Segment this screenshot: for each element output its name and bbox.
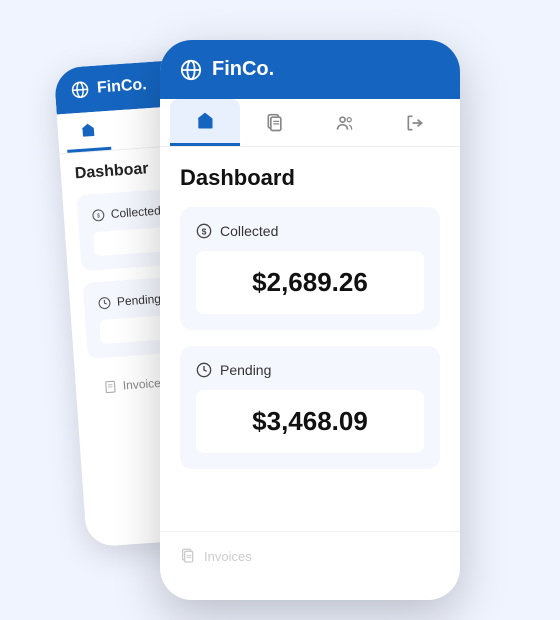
front-nav-team[interactable] xyxy=(310,99,380,146)
front-content: Dashboard $ Collected $2,689.26 xyxy=(160,147,460,503)
phone-front: FinCo. xyxy=(160,40,460,600)
front-pending-label: Pending xyxy=(196,362,424,378)
front-collected-card: $ Collected $2,689.26 xyxy=(180,207,440,330)
pending-value: $3,468.09 xyxy=(252,406,368,436)
front-nav-docs[interactable] xyxy=(240,99,310,146)
front-nav-home[interactable] xyxy=(170,99,240,146)
clock-circle-icon xyxy=(196,362,212,378)
collected-value-box: $2,689.26 xyxy=(196,251,424,314)
clock-icon-back xyxy=(98,296,112,310)
home-icon-front xyxy=(195,111,215,131)
back-logo-text: FinCo. xyxy=(96,76,147,97)
svg-text:$: $ xyxy=(202,226,207,236)
front-nav[interactable] xyxy=(160,99,460,147)
front-pending-card: Pending $3,468.09 xyxy=(180,346,440,469)
team-icon-front xyxy=(334,113,356,133)
dollar-icon-back: $ xyxy=(91,208,105,222)
back-nav-home[interactable] xyxy=(65,111,112,153)
globe-icon-front xyxy=(180,59,202,81)
invoice-icon-back xyxy=(103,379,117,393)
front-page-title: Dashboard xyxy=(180,165,440,191)
docs-icon-front xyxy=(265,113,285,133)
globe-icon-back xyxy=(70,80,89,99)
front-collected-label: $ Collected xyxy=(196,223,424,239)
pending-value-box: $3,468.09 xyxy=(196,390,424,453)
invoices-label: Invoices xyxy=(204,549,252,564)
home-icon-back xyxy=(79,122,96,139)
dollar-circle-icon: $ xyxy=(196,223,212,239)
svg-text:$: $ xyxy=(97,213,101,219)
collected-value: $2,689.26 xyxy=(252,267,368,297)
front-invoices-item[interactable]: Invoices xyxy=(160,531,460,580)
exit-icon-front xyxy=(405,113,425,133)
pending-text: Pending xyxy=(220,362,271,378)
scene: FinCo. Dashboar $ Collected xyxy=(50,30,510,590)
invoice-icon-front xyxy=(180,548,196,564)
front-nav-exit[interactable] xyxy=(380,99,450,146)
collected-text: Collected xyxy=(220,223,278,239)
front-logo-text: FinCo. xyxy=(212,58,274,81)
front-header: FinCo. xyxy=(160,40,460,99)
